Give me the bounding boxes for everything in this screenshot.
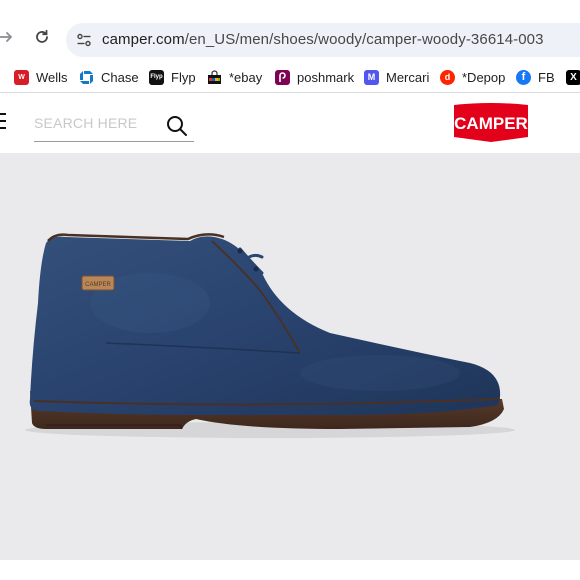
bookmark-depop[interactable]: d *Depop: [440, 67, 505, 87]
facebook-icon: f: [516, 69, 531, 85]
url-text[interactable]: camper.com/en_US/men/shoes/woody/camper-…: [102, 31, 544, 48]
url-path: /en_US/men/shoes/woody/camper-woody-3661…: [184, 31, 544, 48]
page-bottom: [0, 560, 580, 580]
bookmark-label: Chase: [101, 69, 139, 85]
hamburger-menu-icon[interactable]: [0, 113, 6, 129]
bookmark-x[interactable]: X: [566, 67, 580, 87]
ebay-bag-icon: [207, 69, 222, 85]
chase-icon: [79, 70, 94, 85]
boot-illustration: CAMPER: [25, 233, 515, 438]
wells-fargo-icon: W: [14, 69, 29, 85]
bookmark-ebay[interactable]: *ebay: [207, 67, 262, 87]
bookmark-label: *Depop: [462, 69, 506, 85]
bookmark-label: poshmark: [297, 69, 355, 85]
depop-icon: d: [440, 69, 455, 85]
product-image[interactable]: CAMPER: [0, 153, 580, 560]
x-icon: X: [566, 69, 580, 85]
flyp-icon: Flyp: [149, 69, 164, 85]
site-settings-icon[interactable]: [76, 32, 92, 48]
bookmark-label: Flyp: [171, 69, 196, 85]
bookmark-label: FB: [538, 69, 555, 85]
bookmark-mercari[interactable]: M Mercari: [364, 67, 429, 87]
brand-tag-text: CAMPER: [85, 282, 111, 288]
bookmark-chase[interactable]: Chase: [79, 67, 139, 87]
poshmark-icon: [275, 69, 290, 85]
site-header: CAMPER: [0, 93, 580, 153]
url-host: camper.com: [102, 31, 185, 48]
search-box: [34, 111, 194, 142]
bookmark-label: *ebay: [229, 69, 263, 85]
forward-arrow-icon[interactable]: [0, 28, 16, 48]
logo-text: CAMPER: [454, 114, 528, 133]
bookmark-poshmark[interactable]: poshmark: [275, 67, 354, 87]
bookmark-wells[interactable]: W Wells: [14, 67, 68, 87]
bookmark-label: Wells: [36, 69, 68, 85]
bookmark-flyp[interactable]: Flyp Flyp: [149, 67, 196, 87]
bookmark-fb[interactable]: f FB: [516, 67, 555, 87]
search-icon[interactable]: [166, 115, 188, 137]
browser-toolbar: camper.com/en_US/men/shoes/woody/camper-…: [0, 0, 580, 62]
bookmark-label: Mercari: [386, 69, 430, 85]
address-bar[interactable]: camper.com/en_US/men/shoes/woody/camper-…: [66, 23, 580, 57]
reload-icon[interactable]: [32, 28, 52, 48]
search-input[interactable]: [34, 111, 154, 135]
camper-logo[interactable]: CAMPER: [452, 103, 530, 143]
bookmarks-bar: W Wells Chase Flyp Flyp *ebay poshmark M…: [0, 62, 580, 92]
mercari-icon: M: [364, 69, 379, 85]
